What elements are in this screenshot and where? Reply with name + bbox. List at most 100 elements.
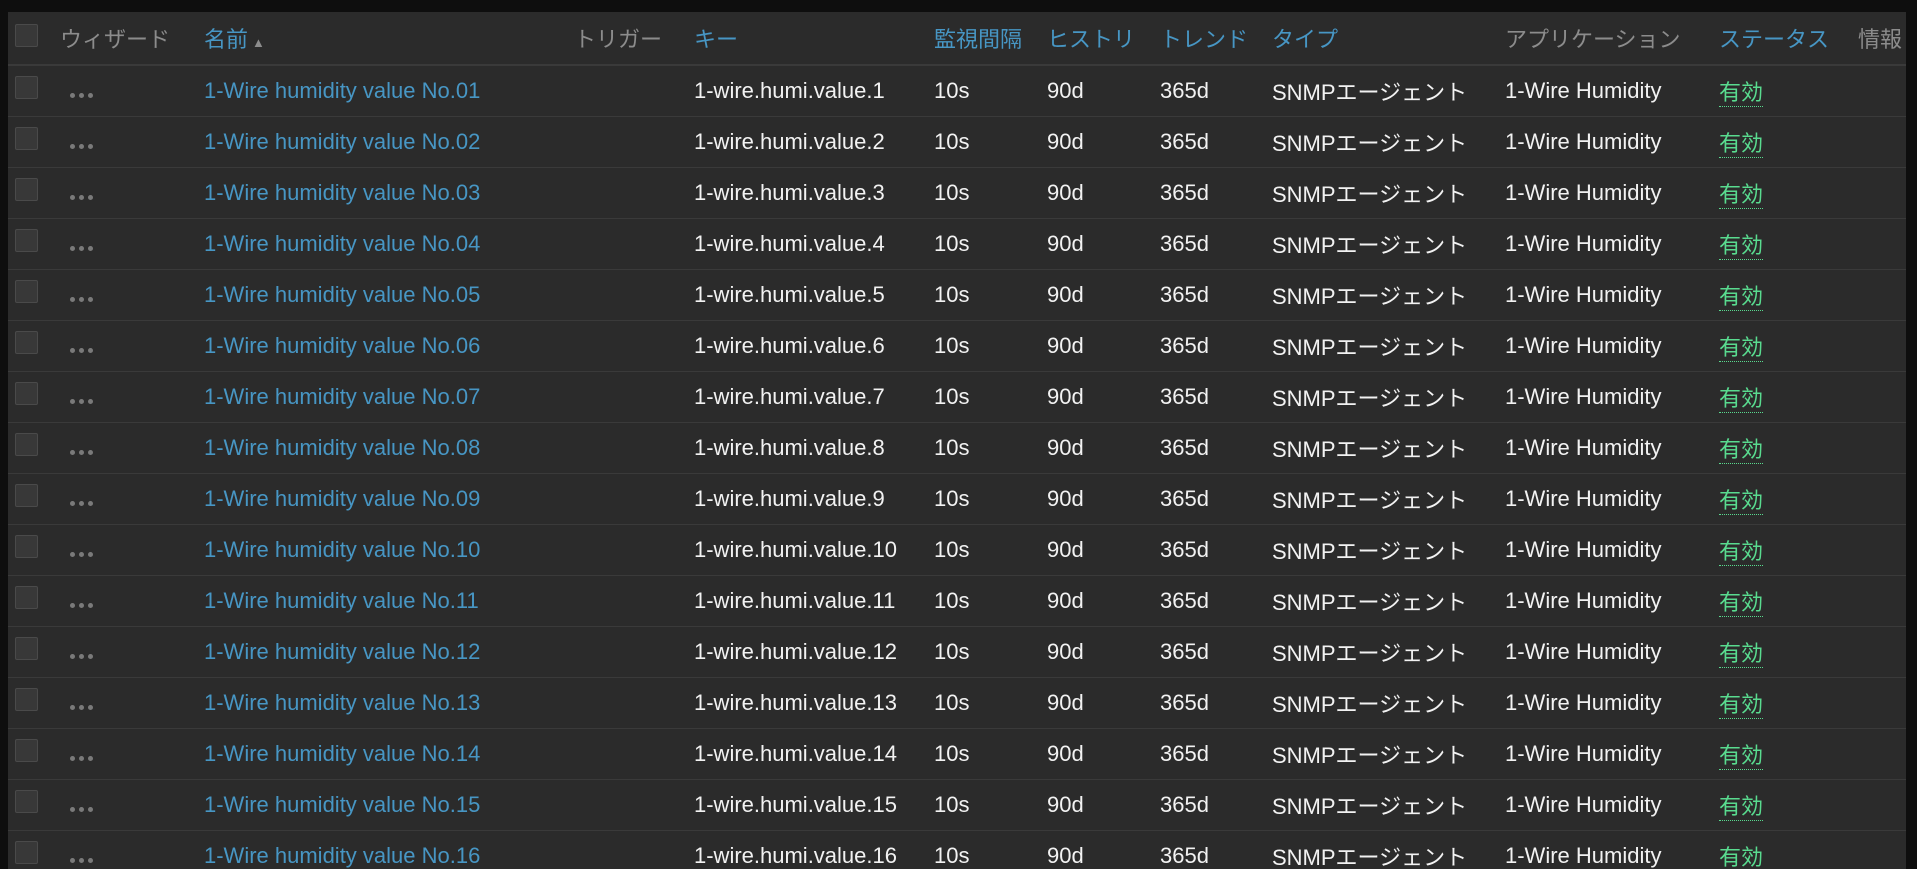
row-checkbox[interactable] [15,229,38,252]
more-dots-icon[interactable] [70,398,93,404]
item-status-toggle[interactable]: 有効 [1719,742,1764,770]
item-name-link[interactable]: 1-Wire humidity value No.01 [204,78,480,103]
header-type[interactable]: タイプ [1272,12,1505,66]
item-name-link[interactable]: 1-Wire humidity value No.05 [204,282,480,307]
row-wizard-cell[interactable] [60,116,204,167]
row-checkbox[interactable] [15,76,38,100]
more-dots-icon[interactable] [70,857,93,863]
item-name-link[interactable]: 1-Wire humidity value No.16 [204,843,480,868]
row-select-cell[interactable] [8,167,60,218]
row-checkbox[interactable] [15,790,38,813]
more-dots-icon[interactable] [70,296,93,302]
item-name-link[interactable]: 1-Wire humidity value No.13 [204,690,480,715]
row-checkbox[interactable] [15,739,38,762]
row-checkbox[interactable] [15,586,38,609]
more-dots-icon[interactable] [70,449,93,455]
item-status-toggle[interactable]: 有効 [1719,385,1764,413]
header-trends-label[interactable]: トレンド [1160,27,1248,52]
row-wizard-cell[interactable] [60,167,204,218]
item-status-toggle[interactable]: 有効 [1719,283,1764,311]
row-select-cell[interactable] [8,269,60,320]
select-all-checkbox[interactable] [15,23,38,47]
row-wizard-cell[interactable] [60,269,204,320]
more-dots-icon[interactable] [70,602,93,608]
row-select-cell[interactable] [8,779,60,830]
more-dots-icon[interactable] [70,806,93,812]
row-select-cell[interactable] [8,116,60,167]
row-wizard-cell[interactable] [60,422,204,473]
header-trends[interactable]: トレンド [1160,12,1272,66]
more-dots-icon[interactable] [70,500,93,506]
item-name-link[interactable]: 1-Wire humidity value No.15 [204,792,480,817]
header-name-label[interactable]: 名前 [204,27,248,52]
header-history-label[interactable]: ヒストリ [1047,27,1135,52]
item-status-toggle[interactable]: 有効 [1719,436,1764,464]
row-select-cell[interactable] [8,728,60,779]
header-interval-label[interactable]: 監視間隔 [934,27,1022,52]
more-dots-icon[interactable] [70,143,93,149]
item-status-toggle[interactable]: 有効 [1719,793,1764,821]
row-wizard-cell[interactable] [60,473,204,524]
item-name-link[interactable]: 1-Wire humidity value No.11 [204,588,479,613]
item-name-link[interactable]: 1-Wire humidity value No.03 [204,180,480,205]
item-name-link[interactable]: 1-Wire humidity value No.10 [204,537,480,562]
more-dots-icon[interactable] [70,245,93,251]
row-wizard-cell[interactable] [60,320,204,371]
item-name-link[interactable]: 1-Wire humidity value No.06 [204,333,480,358]
row-checkbox[interactable] [15,127,38,150]
item-name-link[interactable]: 1-Wire humidity value No.14 [204,741,480,766]
row-select-cell[interactable] [8,677,60,728]
row-checkbox[interactable] [15,841,38,864]
row-select-cell[interactable] [8,575,60,626]
item-status-toggle[interactable]: 有効 [1719,181,1764,209]
item-status-toggle[interactable]: 有効 [1719,844,1764,869]
more-dots-icon[interactable] [70,194,93,200]
more-dots-icon[interactable] [70,755,93,761]
row-wizard-cell[interactable] [60,677,204,728]
item-status-toggle[interactable]: 有効 [1719,589,1764,617]
item-status-toggle[interactable]: 有効 [1719,691,1764,719]
more-dots-icon[interactable] [70,551,93,557]
row-select-cell[interactable] [8,473,60,524]
item-name-link[interactable]: 1-Wire humidity value No.07 [204,384,480,409]
item-name-link[interactable]: 1-Wire humidity value No.08 [204,435,480,460]
header-key-label[interactable]: キー [694,27,738,52]
row-checkbox[interactable] [15,688,38,711]
item-status-toggle[interactable]: 有効 [1719,334,1764,362]
more-dots-icon[interactable] [70,704,93,710]
header-interval[interactable]: 監視間隔 [934,12,1047,66]
item-name-link[interactable]: 1-Wire humidity value No.02 [204,129,480,154]
more-dots-icon[interactable] [70,653,93,659]
row-select-cell[interactable] [8,626,60,677]
item-name-link[interactable]: 1-Wire humidity value No.04 [204,231,480,256]
header-type-label[interactable]: タイプ [1272,27,1338,52]
row-wizard-cell[interactable] [60,524,204,575]
item-status-toggle[interactable]: 有効 [1719,487,1764,515]
row-wizard-cell[interactable] [60,779,204,830]
row-checkbox[interactable] [15,637,38,660]
header-name[interactable]: 名前 ▲ [204,12,574,66]
item-name-link[interactable]: 1-Wire humidity value No.12 [204,639,480,664]
row-checkbox[interactable] [15,484,38,507]
row-select-cell[interactable] [8,320,60,371]
row-select-cell[interactable] [8,218,60,269]
item-status-toggle[interactable]: 有効 [1719,130,1764,158]
row-select-cell[interactable] [8,422,60,473]
row-select-cell[interactable] [8,524,60,575]
row-wizard-cell[interactable] [60,575,204,626]
row-checkbox[interactable] [15,433,38,456]
header-status-label[interactable]: ステータス [1719,27,1829,52]
row-wizard-cell[interactable] [60,626,204,677]
header-select-all[interactable] [8,12,60,66]
row-wizard-cell[interactable] [60,371,204,422]
row-checkbox[interactable] [15,178,38,201]
item-status-toggle[interactable]: 有効 [1719,79,1764,107]
row-wizard-cell[interactable] [60,218,204,269]
header-history[interactable]: ヒストリ [1047,12,1160,66]
row-checkbox[interactable] [15,331,38,354]
item-status-toggle[interactable]: 有効 [1719,538,1764,566]
item-status-toggle[interactable]: 有効 [1719,640,1764,668]
row-checkbox[interactable] [15,382,38,405]
row-wizard-cell[interactable] [60,728,204,779]
more-dots-icon[interactable] [70,92,93,98]
